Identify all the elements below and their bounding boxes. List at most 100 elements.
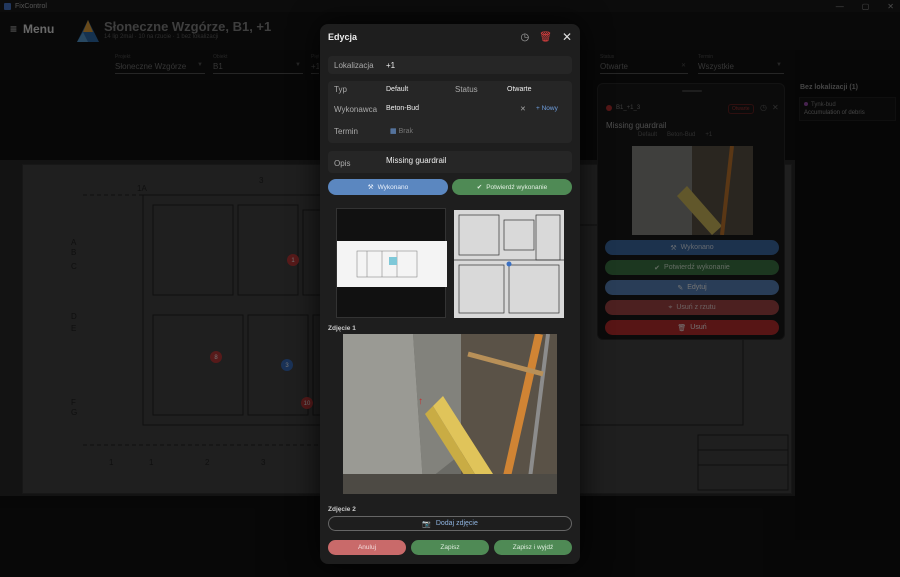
- save-exit-button[interactable]: Zapisz i wyjdź: [494, 540, 572, 555]
- clear-icon[interactable]: ✕: [520, 105, 526, 113]
- chevron-down-icon: ▼: [197, 62, 203, 68]
- field-label: Termin: [334, 127, 359, 136]
- pin-icon: ⌖: [668, 303, 673, 311]
- description-value: Missing guardrail: [386, 156, 447, 165]
- menu-label: Menu: [23, 22, 55, 36]
- drag-handle[interactable]: [682, 90, 702, 92]
- add-photo-button[interactable]: 📷 Dodaj zdjęcie: [328, 516, 572, 531]
- chevron-down-icon: ▼: [295, 62, 301, 68]
- filter-value: B1: [213, 62, 223, 71]
- field-label: Opis: [334, 159, 351, 168]
- defect-photo[interactable]: ↑: [343, 334, 557, 494]
- button-label: Potwierdź wykonanie: [664, 264, 730, 271]
- filter-value: +1: [311, 62, 319, 71]
- axis-label: 2: [205, 458, 210, 467]
- defect-title: Missing guardrail: [606, 121, 667, 130]
- minimize-icon[interactable]: —: [836, 2, 844, 11]
- axis-label: G: [71, 408, 77, 417]
- trash-icon: 🗑: [677, 324, 687, 332]
- app-window: FixControl — ▢ ✕ ≡ Menu Słoneczne Wzgórz…: [0, 0, 900, 577]
- app-name: FixControl: [15, 2, 47, 10]
- list-item[interactable]: Tynk-bud Accumulation of debris: [799, 97, 896, 121]
- clear-icon[interactable]: ✕: [681, 62, 686, 69]
- delete-button[interactable]: 🗑 Usuń: [605, 320, 779, 335]
- remove-from-plan-button[interactable]: ⌖ Usuń z rzutu: [605, 300, 779, 315]
- filter-floor[interactable]: Piętro +1: [311, 54, 319, 74]
- filter-value: Wszystkie: [698, 62, 734, 71]
- mark-done-button[interactable]: ⚒ Wykonano: [328, 179, 448, 195]
- menu-button[interactable]: ≡ Menu: [10, 22, 54, 36]
- window-controls: — ▢ ✕: [836, 0, 894, 12]
- defect-photo-thumb[interactable]: [632, 146, 753, 235]
- field-label: Status: [455, 85, 478, 94]
- axis-label: A: [71, 238, 77, 247]
- plan-thumbnails: [336, 208, 566, 320]
- button-label: Wykonano: [680, 244, 714, 251]
- modal-actions: ◷ 🗑 ✕: [521, 30, 573, 44]
- button-label: Usuń z rzutu: [676, 304, 716, 311]
- trash-icon[interactable]: 🗑: [539, 32, 552, 43]
- chevron-down-icon: ▼: [776, 62, 782, 68]
- deadline-picker[interactable]: ▦ Brak: [390, 127, 413, 135]
- filter-label: Piętro: [311, 54, 319, 60]
- button-label: Usuń: [690, 324, 707, 331]
- filter-object[interactable]: Obiekt B1 ▼: [213, 54, 303, 74]
- defect-meta: Default Beton-Bud +1: [638, 132, 712, 138]
- pin-label: 10: [304, 401, 311, 407]
- close-icon[interactable]: ✕: [562, 30, 572, 44]
- button-label: Wykonano: [377, 183, 409, 191]
- project-subtitle: 14 lip 2mal · 10 na rzucie · 1 bez lokal…: [104, 34, 219, 40]
- axis-label: 1: [109, 458, 114, 467]
- axis-label: C: [71, 262, 77, 271]
- filter-project[interactable]: Projekt Słoneczne Wzgórze ▼: [115, 54, 205, 74]
- close-window-icon[interactable]: ✕: [887, 2, 894, 11]
- status-dot: [606, 105, 612, 111]
- new-contractor-button[interactable]: + Nowy: [536, 105, 558, 112]
- axis-label: B: [71, 248, 76, 257]
- plan-zoom-thumb[interactable]: [454, 210, 564, 318]
- confirm-done-button[interactable]: ✔ Potwierdź wykonanie: [452, 179, 572, 195]
- field-label: Typ: [334, 85, 347, 94]
- history-icon[interactable]: ◷: [760, 103, 767, 112]
- field-label: Wykonawca: [334, 105, 378, 114]
- filter-label: Termin: [698, 54, 714, 60]
- status-dot: [804, 102, 808, 106]
- filter-status[interactable]: Status Otwarte ✕: [600, 54, 688, 74]
- defect-detail-panel: B1_+1_3 Otwarte ◷ ✕ Missing guardrail De…: [597, 83, 785, 340]
- button-label: Dodaj zdjęcie: [435, 520, 478, 527]
- project-title: Słoneczne Wzgórze, B1, +1: [104, 19, 272, 34]
- check-circle-icon: ✔: [654, 264, 661, 272]
- cancel-button[interactable]: Anuluj: [328, 540, 406, 555]
- type-status-contractor-group: Typ Default Status Otwarte Wykonawca Bet…: [328, 81, 572, 143]
- edit-button[interactable]: ✎ Edytuj: [605, 280, 779, 295]
- maximize-icon[interactable]: ▢: [862, 2, 870, 11]
- axis-label: 1: [149, 458, 154, 467]
- field-label: Lokalizacja: [334, 61, 374, 70]
- app-icon: [4, 2, 11, 10]
- history-icon[interactable]: ◷: [521, 32, 530, 43]
- filter-value: Słoneczne Wzgórze: [115, 62, 187, 71]
- description-field[interactable]: Opis Missing guardrail: [328, 151, 572, 173]
- camera-icon: 📷: [422, 520, 431, 528]
- status-select[interactable]: Otwarte: [507, 86, 532, 93]
- plan-overview-thumb[interactable]: [336, 208, 447, 318]
- no-location-sidebar: Bez lokalizacji (1) Tynk-bud Accumulatio…: [795, 80, 900, 540]
- contractor-select[interactable]: Beton-Bud: [386, 105, 419, 112]
- photo1-label: Zdjęcie 1: [328, 325, 356, 332]
- meta-type: Default: [638, 132, 658, 138]
- card-text: Accumulation of debris: [804, 110, 865, 116]
- svg-text:↑: ↑: [418, 396, 423, 407]
- type-select[interactable]: Default: [386, 86, 408, 93]
- button-label: Nowy: [541, 105, 558, 112]
- confirm-button[interactable]: ✔ Potwierdź wykonanie: [605, 260, 779, 275]
- meta-floor: +1: [705, 132, 713, 138]
- filter-value: Otwarte: [600, 62, 629, 71]
- close-icon[interactable]: ✕: [772, 103, 779, 112]
- pencil-icon: ✎: [677, 284, 684, 292]
- status-badge: Otwarte: [728, 104, 754, 114]
- photo2-label: Zdjęcie 2: [328, 506, 356, 513]
- save-button[interactable]: Zapisz: [411, 540, 489, 555]
- done-button[interactable]: ⚒ Wykonano: [605, 240, 779, 255]
- filter-deadline[interactable]: Termin Wszystkie ▼: [698, 54, 784, 74]
- location-field[interactable]: Lokalizacja +1: [328, 56, 572, 74]
